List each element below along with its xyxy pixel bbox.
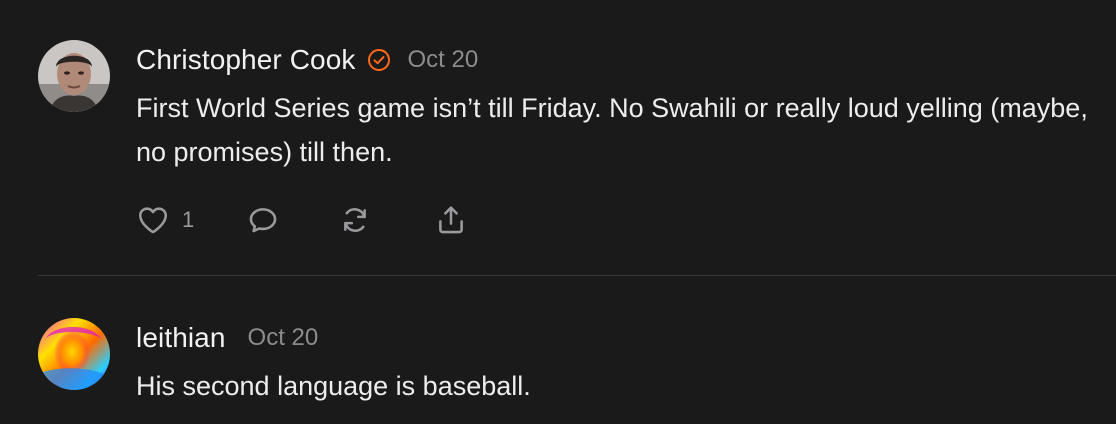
- comment-meta: Christopher Cook Oct 20: [136, 40, 1116, 80]
- comment-content: leithian Oct 20 His second language is b…: [136, 318, 1116, 408]
- like-button[interactable]: 1: [136, 203, 194, 237]
- comment-content: Christopher Cook Oct 20 First World Seri…: [136, 40, 1116, 234]
- comment-thread: Christopher Cook Oct 20 First World Seri…: [0, 0, 1116, 424]
- comment-actions: 1: [136, 200, 468, 240]
- share-icon: [434, 203, 468, 237]
- restack-button[interactable]: [338, 203, 372, 237]
- comment-date[interactable]: Oct 20: [407, 46, 478, 74]
- comment-text: First World Series game isn’t till Frida…: [136, 93, 1096, 167]
- like-count: 1: [182, 207, 195, 232]
- verified-badge-icon: [367, 48, 391, 72]
- author-name[interactable]: Christopher Cook: [136, 44, 355, 76]
- comment-bubble-icon: [246, 203, 280, 237]
- comment-meta: leithian Oct 20: [136, 318, 1116, 358]
- restack-icon: [338, 203, 372, 237]
- heart-icon: [136, 203, 170, 237]
- avatar[interactable]: [38, 318, 110, 390]
- avatar[interactable]: [38, 40, 110, 112]
- comment-date[interactable]: Oct 20: [248, 324, 319, 352]
- comment-text: His second language is baseball.: [136, 371, 531, 401]
- share-button[interactable]: [434, 203, 468, 237]
- author-name[interactable]: leithian: [136, 322, 226, 354]
- reply-button[interactable]: [246, 203, 280, 237]
- divider: [38, 275, 1116, 276]
